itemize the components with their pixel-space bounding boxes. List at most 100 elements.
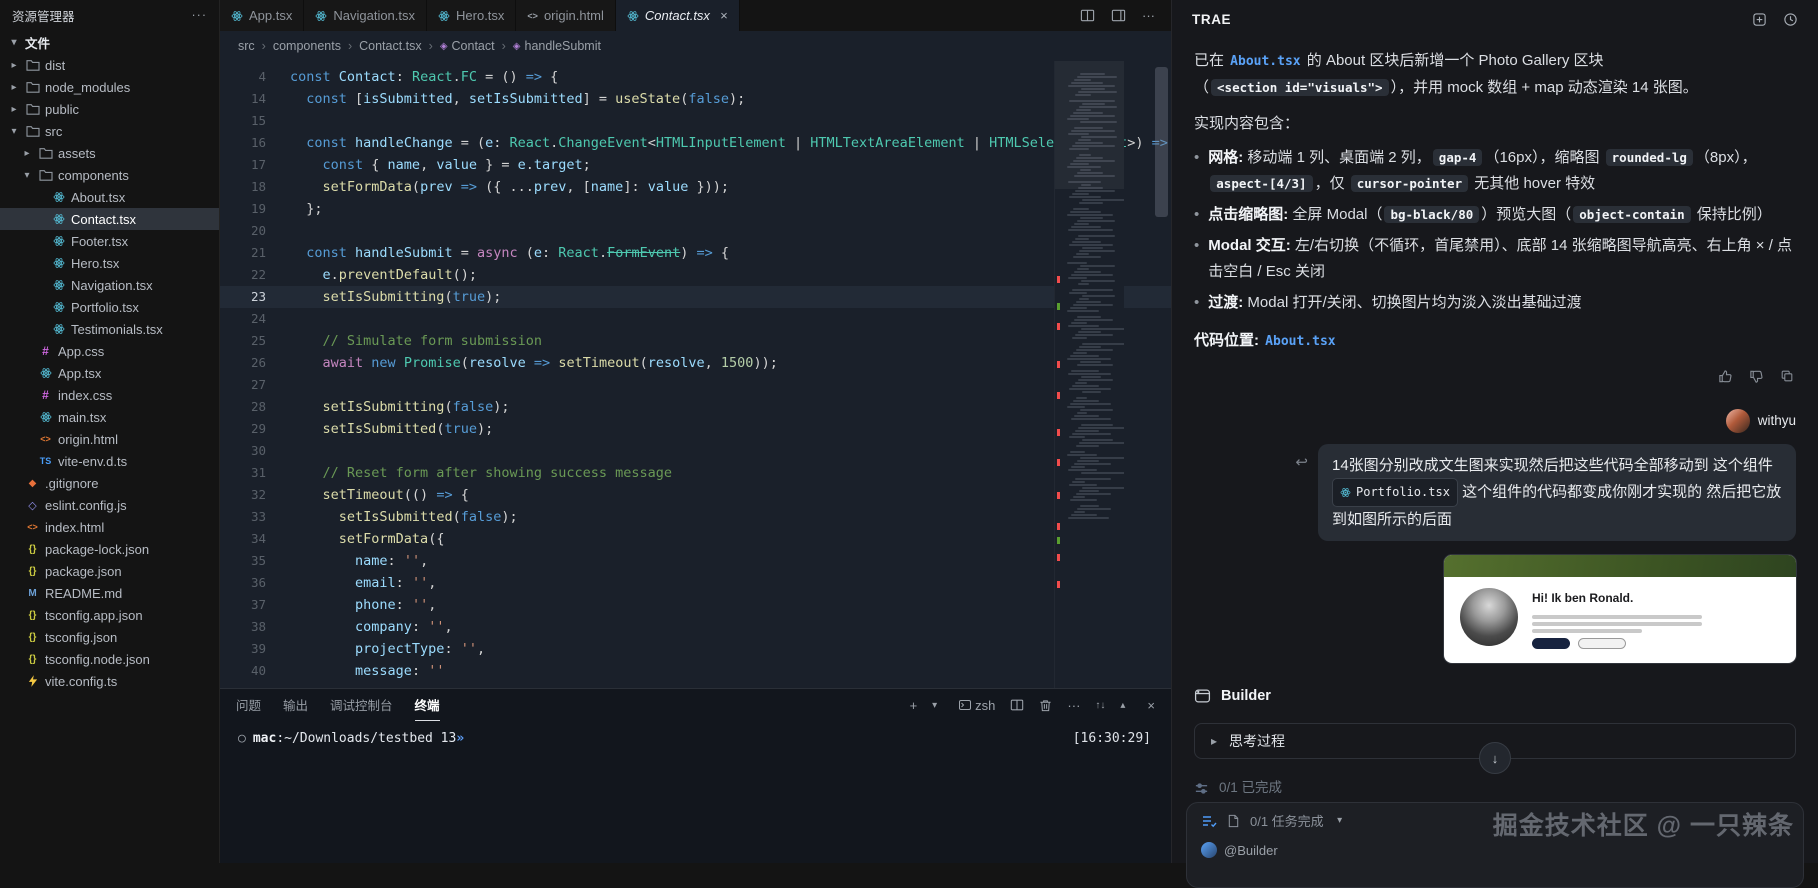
- code-line[interactable]: 35 name: '',: [220, 550, 1171, 572]
- file-tree-item[interactable]: vite.config.ts: [0, 670, 219, 692]
- file-tree-item[interactable]: #index.css: [0, 384, 219, 406]
- task-status-bar[interactable]: 0/1 任务完成 ▾: [1201, 811, 1789, 830]
- file-tree-item[interactable]: TSvite-env.d.ts: [0, 450, 219, 472]
- code-line[interactable]: 38 company: '',: [220, 616, 1171, 638]
- file-tree-item[interactable]: ◇eslint.config.js: [0, 494, 219, 516]
- more-actions-icon[interactable]: ···: [192, 8, 208, 22]
- code-line[interactable]: 18 setFormData(prev => ({ ...prev, [name…: [220, 176, 1171, 198]
- thumbs-up-icon[interactable]: [1718, 369, 1733, 384]
- code-line[interactable]: 21 const handleSubmit = async (e: React.…: [220, 242, 1171, 264]
- editor-scrollbar[interactable]: [1155, 67, 1168, 217]
- chat-input-panel[interactable]: 0/1 任务完成 ▾ @Builder: [1186, 802, 1804, 888]
- file-tree-item[interactable]: ▸assets: [0, 142, 219, 164]
- panel-arrows-icon[interactable]: ↑↓: [1095, 700, 1105, 711]
- code-line[interactable]: 32 setTimeout(() => {: [220, 484, 1171, 506]
- code-line[interactable]: 28 setIsSubmitting(false);: [220, 396, 1171, 418]
- file-tree-item[interactable]: {}tsconfig.json: [0, 626, 219, 648]
- file-tree-item[interactable]: {}package.json: [0, 560, 219, 582]
- image-attachment[interactable]: Hi! Ik ben Ronald.: [1444, 555, 1796, 663]
- file-tree-item[interactable]: About.tsx: [0, 186, 219, 208]
- code-line[interactable]: 4const Contact: React.FC = () => {: [220, 66, 1171, 88]
- code-line[interactable]: 17 const { name, value } = e.target;: [220, 154, 1171, 176]
- context-row[interactable]: @Builder: [1201, 842, 1789, 858]
- file-tree-item[interactable]: ▸dist: [0, 54, 219, 76]
- code-line[interactable]: 33 setIsSubmitted(false);: [220, 506, 1171, 528]
- thumbs-down-icon[interactable]: [1749, 369, 1764, 384]
- breadcrumb-item[interactable]: Contact.tsx: [359, 39, 422, 53]
- panel-tab[interactable]: 输出: [283, 689, 308, 721]
- breadcrumb-item[interactable]: components: [273, 39, 341, 53]
- breadcrumb-item[interactable]: src: [238, 39, 255, 53]
- split-editor-icon[interactable]: [1080, 8, 1095, 23]
- minimap[interactable]: [1054, 61, 1124, 688]
- code-line[interactable]: 16 const handleChange = (e: React.Change…: [220, 132, 1171, 154]
- code-line[interactable]: 19 };: [220, 198, 1171, 220]
- code-line[interactable]: 15: [220, 110, 1171, 132]
- chevron-down-icon[interactable]: ▾: [932, 700, 944, 711]
- file-tree-item[interactable]: Contact.tsx: [0, 208, 219, 230]
- file-tree-item[interactable]: Footer.tsx: [0, 230, 219, 252]
- scroll-to-bottom-button[interactable]: ↓: [1479, 742, 1511, 774]
- file-link[interactable]: About.tsx: [1230, 54, 1300, 69]
- editor-tab[interactable]: <>origin.html: [516, 0, 615, 31]
- code-line[interactable]: 25 // Simulate form submission: [220, 330, 1171, 352]
- file-tree-item[interactable]: Navigation.tsx: [0, 274, 219, 296]
- layout-icon[interactable]: [1111, 8, 1126, 23]
- file-tree-item[interactable]: App.tsx: [0, 362, 219, 384]
- code-line[interactable]: 31 // Reset form after showing success m…: [220, 462, 1171, 484]
- breadcrumb[interactable]: src›components›Contact.tsx›◈Contact›◈han…: [220, 31, 1171, 61]
- code-line[interactable]: 30: [220, 440, 1171, 462]
- editor-tab[interactable]: Navigation.tsx: [304, 0, 427, 31]
- code-line[interactable]: 27: [220, 374, 1171, 396]
- workspace-folder[interactable]: ▾ 文件: [0, 30, 219, 54]
- code-line[interactable]: 29 setIsSubmitted(true);: [220, 418, 1171, 440]
- code-line[interactable]: 14 const [isSubmitted, setIsSubmitted] =…: [220, 88, 1171, 110]
- shell-badge[interactable]: zsh: [959, 698, 995, 713]
- history-icon[interactable]: [1783, 12, 1798, 27]
- trash-icon[interactable]: [1039, 699, 1052, 712]
- file-link[interactable]: About.tsx: [1265, 334, 1335, 349]
- minimap-slider[interactable]: [1055, 61, 1124, 189]
- more-actions-icon[interactable]: ···: [1142, 8, 1155, 23]
- file-tree-item[interactable]: ▸public: [0, 98, 219, 120]
- file-tree-item[interactable]: ◆.gitignore: [0, 472, 219, 494]
- code-line[interactable]: 37 phone: '',: [220, 594, 1171, 616]
- file-tree-item[interactable]: Testimonials.tsx: [0, 318, 219, 340]
- file-tree-item[interactable]: Hero.tsx: [0, 252, 219, 274]
- code-line[interactable]: 26 await new Promise(resolve => setTimeo…: [220, 352, 1171, 374]
- new-terminal-icon[interactable]: +: [910, 698, 918, 713]
- editor-tab[interactable]: App.tsx: [220, 0, 304, 31]
- code-line[interactable]: 24: [220, 308, 1171, 330]
- split-terminal-icon[interactable]: [1010, 698, 1024, 712]
- terminal[interactable]: ○mac:~/Downloads/testbed 13» [16:30:29]: [220, 721, 1171, 863]
- more-actions-icon[interactable]: ···: [1067, 698, 1080, 713]
- code-line[interactable]: 39 projectType: '',: [220, 638, 1171, 660]
- chevron-up-icon[interactable]: ▴: [1120, 700, 1132, 711]
- code-line[interactable]: 36 email: '',: [220, 572, 1171, 594]
- panel-tab[interactable]: 问题: [236, 689, 261, 721]
- file-tree-item[interactable]: ▾components: [0, 164, 219, 186]
- close-icon[interactable]: ×: [720, 8, 728, 23]
- code-line[interactable]: 40 message: '': [220, 660, 1171, 682]
- file-tree-item[interactable]: #App.css: [0, 340, 219, 362]
- editor-tab[interactable]: Contact.tsx×: [616, 0, 740, 31]
- breadcrumb-item[interactable]: ◈Contact: [440, 39, 495, 53]
- undo-icon[interactable]: ↩: [1295, 450, 1308, 476]
- file-tree-item[interactable]: <>origin.html: [0, 428, 219, 450]
- close-icon[interactable]: ×: [1147, 698, 1155, 713]
- file-tree-item[interactable]: {}package-lock.json: [0, 538, 219, 560]
- file-tree-item[interactable]: ▾src: [0, 120, 219, 142]
- code-editor[interactable]: 4const Contact: React.FC = () => {14 con…: [220, 61, 1171, 688]
- copy-icon[interactable]: [1780, 369, 1794, 384]
- panel-tab[interactable]: 终端: [415, 689, 440, 721]
- breadcrumb-item[interactable]: ◈handleSubmit: [513, 39, 601, 53]
- file-chip[interactable]: Portfolio.tsx: [1332, 478, 1458, 507]
- file-tree-item[interactable]: {}tsconfig.node.json: [0, 648, 219, 670]
- file-tree-item[interactable]: MREADME.md: [0, 582, 219, 604]
- chat-messages[interactable]: 已在 About.tsx 的 About 区块后新增一个 Photo Galle…: [1172, 38, 1818, 863]
- file-tree-item[interactable]: main.tsx: [0, 406, 219, 428]
- file-tree-item[interactable]: <>index.html: [0, 516, 219, 538]
- new-chat-icon[interactable]: [1752, 12, 1767, 27]
- file-tree-item[interactable]: ▸node_modules: [0, 76, 219, 98]
- editor-tab[interactable]: Hero.tsx: [427, 0, 516, 31]
